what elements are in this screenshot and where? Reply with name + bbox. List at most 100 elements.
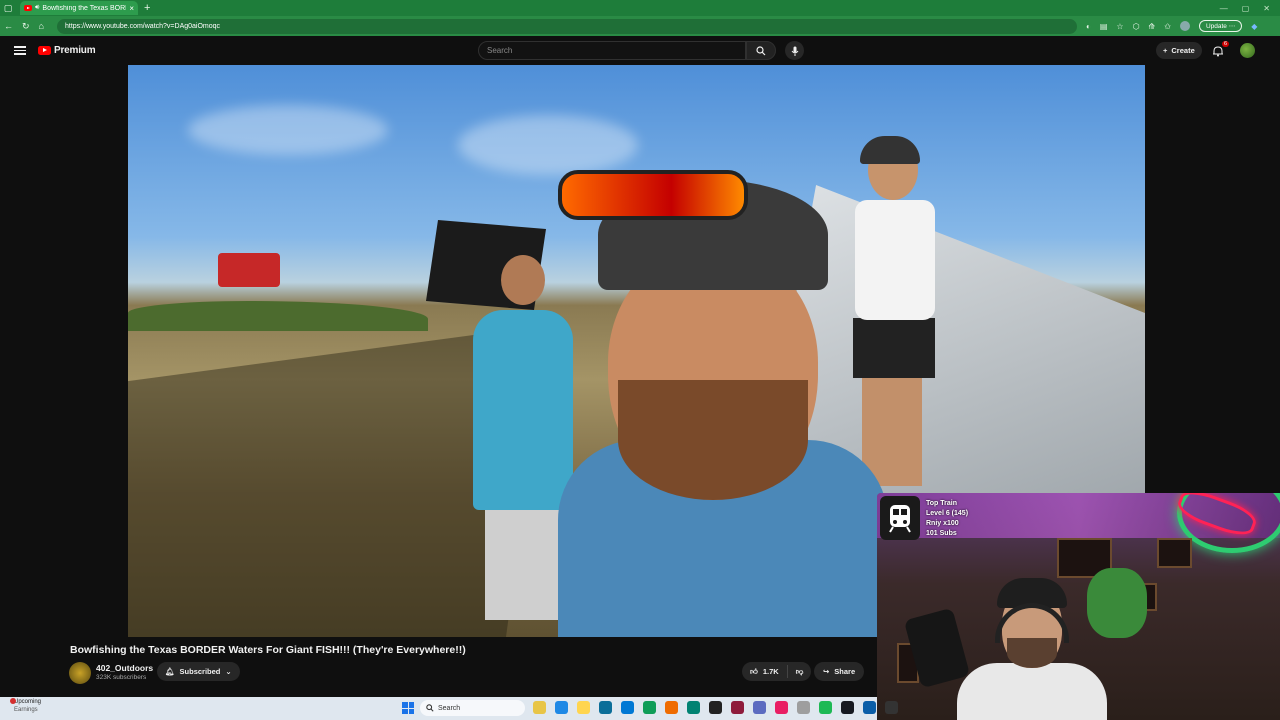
- youtube-logo-icon: [38, 46, 51, 55]
- copilot-icon[interactable]: ◆: [1251, 22, 1257, 31]
- streamer: [957, 568, 1107, 720]
- search-button[interactable]: [746, 41, 776, 60]
- like-button[interactable]: 👍︎ 1.7K: [742, 665, 788, 678]
- taskbar-app-icon[interactable]: [599, 701, 612, 714]
- train-subs: 101 Subs: [926, 530, 957, 537]
- browser-tab-bar: ▢ 🔊︎ Bowfishing the Texas BORDER × + — ▢…: [0, 0, 1280, 16]
- taskbar-app-icon[interactable]: [555, 701, 568, 714]
- search-placeholder: Search: [487, 46, 513, 55]
- wall-frame: [1157, 538, 1192, 568]
- search-icon: [756, 45, 766, 55]
- youtube-favicon-icon: [24, 5, 32, 11]
- create-button[interactable]: + Create: [1156, 42, 1202, 59]
- update-button[interactable]: Update ⋯: [1198, 20, 1243, 32]
- subscribed-label: Subscribed: [179, 667, 221, 676]
- youtube-logo[interactable]: Premium: [38, 45, 96, 56]
- search-icon: [426, 704, 434, 712]
- home-icon[interactable]: ⌂: [39, 21, 44, 31]
- logo-text: Premium: [54, 45, 96, 56]
- maximize-icon[interactable]: ▢: [1242, 4, 1250, 13]
- browser-toolbar: ← ↻ ⌂ https://www.youtube.com/watch?v=DA…: [0, 16, 1280, 36]
- extensions-icon[interactable]: ⬡: [1133, 22, 1140, 31]
- tab-close-icon[interactable]: ×: [129, 4, 134, 13]
- start-button[interactable]: [402, 702, 414, 714]
- thumbs-up-icon: 👍︎: [750, 666, 758, 676]
- taskbar-app-icon[interactable]: [731, 701, 744, 714]
- like-count: 1.7K: [762, 667, 779, 676]
- dislike-button[interactable]: 👎︎: [788, 667, 812, 677]
- minimize-icon[interactable]: —: [1220, 4, 1228, 13]
- share-button[interactable]: ↪ Share: [814, 662, 865, 681]
- chevron-down-icon: ⌄: [225, 667, 232, 676]
- reader-icon[interactable]: ▤: [1100, 22, 1108, 31]
- train-level: Level 6 (145): [926, 510, 969, 517]
- taskbar-search[interactable]: Search: [420, 700, 525, 716]
- notification-badge: 6: [1221, 41, 1229, 47]
- widget-title: Upcoming: [14, 699, 42, 705]
- new-tab-button[interactable]: +: [144, 2, 150, 14]
- widgets-button[interactable]: Upcoming Earnings: [10, 698, 42, 714]
- plus-icon: +: [1163, 46, 1168, 55]
- red-truck: [218, 253, 280, 287]
- favorites-bar-icon[interactable]: ✩: [1164, 22, 1171, 31]
- taskbar-apps: [533, 701, 898, 714]
- trees: [128, 301, 428, 331]
- taskbar-app-icon[interactable]: [819, 701, 832, 714]
- taskbar-search-label: Search: [438, 704, 461, 712]
- notifications-button[interactable]: 6: [1212, 41, 1229, 58]
- taskbar-app-icon[interactable]: [709, 701, 722, 714]
- taskbar-app-icon[interactable]: [797, 701, 810, 714]
- taskbar-app-icon[interactable]: [687, 701, 700, 714]
- favorite-icon[interactable]: ☆: [1116, 22, 1123, 31]
- taskbar-app-icon[interactable]: [643, 701, 656, 714]
- subscriber-count: 323K subscribers: [96, 674, 147, 681]
- tab-actions-icon[interactable]: ▢: [0, 0, 16, 16]
- bell-icon: [1213, 46, 1223, 57]
- microphone-icon: [791, 46, 798, 56]
- thumbs-down-icon: 👎︎: [795, 666, 804, 676]
- subscribed-button[interactable]: 🔔︎ Subscribed ⌄: [157, 662, 240, 681]
- browser-tab[interactable]: 🔊︎ Bowfishing the Texas BORDER ×: [20, 1, 138, 15]
- taskbar-app-icon[interactable]: [665, 701, 678, 714]
- widget-subtitle: Earnings: [14, 707, 38, 713]
- taskbar-app-icon[interactable]: [621, 701, 634, 714]
- collections-icon[interactable]: ⟰: [1149, 22, 1156, 31]
- window-controls: — ▢ ✕: [1220, 4, 1280, 13]
- taskbar-app-icon[interactable]: [577, 701, 590, 714]
- menu-icon[interactable]: [14, 46, 26, 55]
- channel-name[interactable]: 402_Outdoors: [96, 663, 153, 673]
- train-icon: [880, 496, 920, 540]
- video-title: Bowfishing the Texas BORDER Waters For G…: [70, 644, 466, 656]
- taskbar-app-icon[interactable]: [753, 701, 766, 714]
- channel-avatar[interactable]: [69, 662, 91, 684]
- taskbar-app-icon[interactable]: [533, 701, 546, 714]
- profile-avatar[interactable]: [1179, 21, 1190, 31]
- search-input[interactable]: Search: [478, 41, 746, 60]
- account-avatar[interactable]: [1240, 43, 1255, 58]
- youtube-header: Premium Search + Create 6: [0, 36, 1280, 65]
- taskbar-app-icon[interactable]: [775, 701, 788, 714]
- site-info-icon[interactable]: ◐: [1086, 22, 1091, 31]
- train-title: Top Train: [926, 500, 957, 507]
- like-dislike-group: 👍︎ 1.7K 👎︎: [742, 662, 812, 681]
- address-bar[interactable]: https://www.youtube.com/watch?v=DAg0aiOm…: [56, 18, 1077, 34]
- voice-search-button[interactable]: [785, 41, 804, 60]
- share-label: Share: [834, 667, 856, 676]
- close-window-icon[interactable]: ✕: [1263, 4, 1270, 13]
- taskbar-app-icon[interactable]: [841, 701, 854, 714]
- update-label: Update: [1205, 23, 1227, 30]
- taskbar-app-icon[interactable]: [863, 701, 876, 714]
- bell-icon: 🔔︎: [165, 667, 175, 676]
- train-rniy: Rniy x100: [926, 520, 959, 527]
- alert-dot-icon: [10, 698, 16, 704]
- share-icon: ↪: [823, 667, 830, 676]
- reload-icon[interactable]: ↻: [22, 21, 30, 32]
- back-icon[interactable]: ←: [4, 21, 13, 31]
- top-train-widget: Top Train Level 6 (145) Rniy x100 101 Su…: [880, 496, 1000, 542]
- taskbar-app-icon[interactable]: [885, 701, 898, 714]
- url-text: https://www.youtube.com/watch?v=DAg0aiOm…: [64, 22, 221, 30]
- create-label: Create: [1171, 46, 1195, 55]
- man-taking-selfie: [558, 140, 888, 637]
- speaker-icon[interactable]: 🔊︎: [35, 4, 39, 12]
- toolbar-icons: ◐ ▤ ☆ ⬡ ⟰ ✩ Update ⋯ ◆: [1086, 20, 1257, 32]
